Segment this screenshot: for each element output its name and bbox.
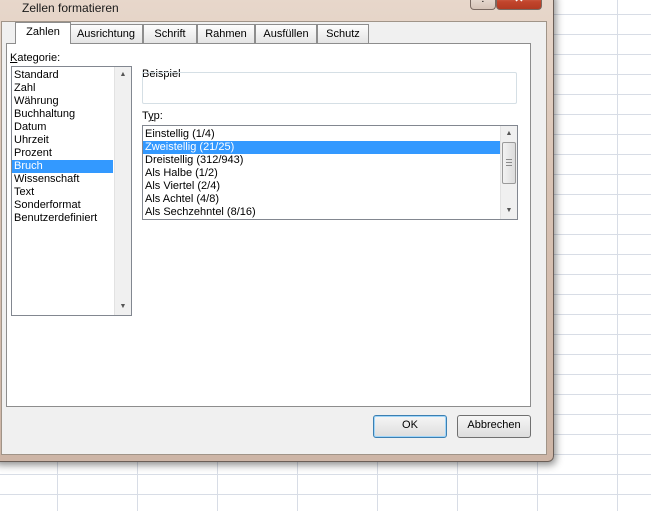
kategorie-list-item[interactable]: Zahl [12,82,113,95]
kategorie-list-item[interactable]: Buchhaltung [12,108,113,121]
scroll-thumb[interactable] [502,142,516,184]
typ-list-item[interactable]: Als Viertel (2/4) [143,180,500,193]
typ-list-item[interactable]: Zweistellig (21/25) [143,141,500,154]
kategorie-scrollbar[interactable]: ▲ ▼ [114,67,131,315]
kategorie-list-item[interactable]: Text [12,186,113,199]
thumb-grip [506,165,512,166]
dialog-title: Zellen formatieren [22,1,119,15]
kategorie-list-item[interactable]: Währung [12,95,113,108]
scroll-down-icon[interactable]: ▼ [115,301,131,313]
kategorie-listbox[interactable]: Standard Zahl Währung Buchhaltung Datum Uhrze… [11,66,132,316]
kategorie-list-item[interactable]: Uhrzeit [12,134,113,147]
thumb-grip [506,162,512,163]
typ-label-text: p: [153,110,163,122]
tab-panel-zahlen: Kategorie: Standard Zahl Währung Buchhaltun… [6,43,531,407]
tab-zahlen[interactable]: Zahlen [15,22,71,44]
tab-schrift[interactable]: Schrift [143,24,197,43]
format-cells-dialog: Zellen formatieren ? ✕ Zahlen Ausrichtun… [0,0,554,462]
kategorie-label-text: ategorie: [17,52,61,64]
dialog-titlebar[interactable]: Zellen formatieren ? ✕ [0,0,553,21]
kategorie-items: Standard Zahl Währung Buchhaltung Datum Uhrze… [12,67,113,225]
typ-list-item[interactable]: Als Sechzehntel (8/16) [143,206,500,219]
thumb-grip [506,159,512,160]
tab-rahmen[interactable]: Rahmen [197,24,255,43]
kategorie-list-item[interactable]: Standard [12,69,113,82]
tab-ausrichtung[interactable]: Ausrichtung [69,24,143,43]
typ-label: Typ: [142,110,163,122]
scroll-down-icon[interactable]: ▼ [501,205,517,217]
close-button[interactable]: ✕ [496,0,542,10]
kategorie-label: Kategorie: [10,52,60,64]
typ-list-item[interactable]: Als Achtel (4/8) [143,193,500,206]
typ-scrollbar[interactable]: ▲ ▼ [500,126,517,219]
dialog-client-area: Zahlen Ausrichtung Schrift Rahmen Ausfül… [1,21,547,455]
scroll-up-icon[interactable]: ▲ [115,69,131,81]
typ-list-item[interactable]: Dreistellig (312/943) [143,154,500,167]
help-button[interactable]: ? [470,0,496,10]
scroll-up-icon[interactable]: ▲ [501,128,517,140]
cancel-button[interactable]: Abbrechen [457,415,531,438]
typ-items: Einstellig (1/4) Zweistellig (21/25) Dreis… [143,126,500,219]
typ-list-item[interactable]: Als Halbe (1/2) [143,167,500,180]
kategorie-list-item[interactable]: Prozent [12,147,113,160]
kategorie-list-item[interactable]: Datum [12,121,113,134]
kategorie-list-item[interactable]: Sonderformat [12,199,113,212]
ok-button[interactable]: OK [373,415,447,438]
typ-list-item[interactable]: Einstellig (1/4) [143,128,500,141]
tab-schutz[interactable]: Schutz [317,24,369,43]
typ-listbox[interactable]: Einstellig (1/4) Zweistellig (21/25) Dreis… [142,125,518,220]
kategorie-list-item[interactable]: Wissenschaft [12,173,113,186]
kategorie-list-item[interactable]: Bruch [12,160,113,173]
beispiel-preview [142,72,517,104]
tab-ausfuellen[interactable]: Ausfüllen [255,24,317,43]
kategorie-list-item[interactable]: Benutzerdefiniert [12,212,113,225]
